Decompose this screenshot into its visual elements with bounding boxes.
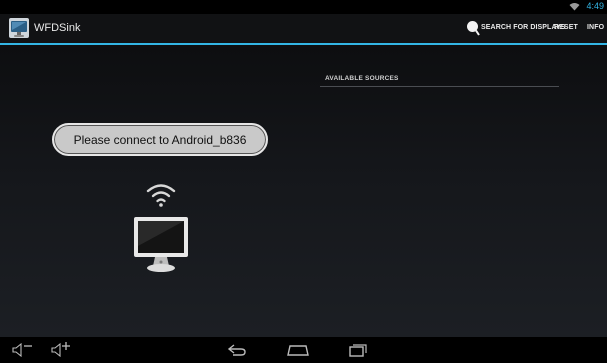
status-bar: 4:49 xyxy=(0,0,607,14)
clock: 4:49 xyxy=(586,1,604,11)
navigation-bar xyxy=(0,337,607,363)
action-bar: WFDSink SEARCH FOR DISPLAYS RESET INFO xyxy=(0,14,607,43)
monitor-app-icon[interactable] xyxy=(9,18,29,38)
home-icon[interactable] xyxy=(286,344,310,356)
back-icon[interactable] xyxy=(227,343,247,357)
connection-toast: Please connect to Android_b836 xyxy=(52,123,268,156)
volume-down-icon[interactable] xyxy=(12,343,34,357)
app-title: WFDSink xyxy=(34,22,81,34)
recent-apps-icon[interactable] xyxy=(349,343,367,357)
search-icon[interactable] xyxy=(466,20,480,36)
info-button[interactable]: INFO xyxy=(587,24,604,31)
reset-button[interactable]: RESET xyxy=(554,24,578,31)
monitor-icon xyxy=(134,217,188,272)
wifi-icon xyxy=(569,3,580,11)
available-sources-header: AVAILABLE SOURCES xyxy=(325,75,399,82)
sources-divider xyxy=(320,86,559,87)
wifi-signal-icon xyxy=(146,184,176,207)
main-content: AVAILABLE SOURCES Please connect to Andr… xyxy=(0,45,607,337)
volume-up-icon[interactable] xyxy=(51,342,71,357)
search-for-displays-button[interactable]: SEARCH FOR DISPLAYS xyxy=(481,24,566,31)
